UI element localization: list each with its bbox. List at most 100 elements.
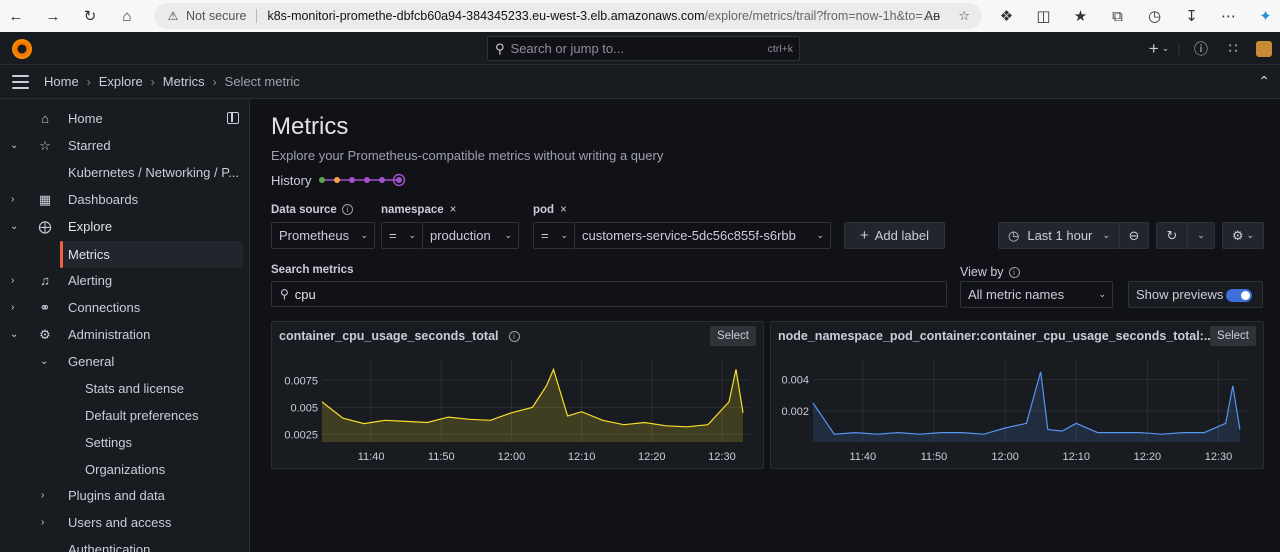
y-tick-label: 0.0075 — [284, 375, 318, 387]
sidebar-item-explore[interactable]: ⌄ ⨁ Explore — [0, 213, 249, 240]
add-label-button[interactable]: + Add label — [844, 222, 945, 249]
sidebar-item-label: Users and access — [68, 515, 172, 530]
namespace-value-select[interactable]: production ⌄ — [422, 222, 519, 249]
sidebar-item-label: Administration — [68, 327, 151, 342]
sidebar-item-starred[interactable]: ⌄ ☆ Starred — [0, 132, 249, 159]
search-icon: ⚲ — [280, 287, 289, 301]
search-metrics-input[interactable]: ⚲ cpu — [271, 281, 947, 307]
metric-panel[interactable]: container_cpu_usage_seconds_total i Selec… — [271, 321, 764, 469]
help-icon[interactable]: ⓘ — [1184, 32, 1218, 65]
show-previews-toggle-field[interactable]: Show previews — [1128, 281, 1263, 308]
home-browser-icon[interactable]: ⌂ — [111, 0, 143, 32]
panel-title: node_namespace_pod_container:container_c… — [778, 329, 1215, 343]
breadcrumb-explore[interactable]: Explore — [99, 74, 143, 89]
back-arrow-icon[interactable]: ← — [0, 0, 32, 32]
sidebar-item-label: Home — [68, 111, 103, 126]
pod-value-select[interactable]: customers-service-5dc56c855f-s6rbb ⌄ — [574, 222, 831, 249]
history-step-dot — [379, 177, 385, 183]
view-by-text: View by — [960, 265, 1004, 279]
user-avatar[interactable] — [1248, 32, 1280, 65]
sidebar-item-general[interactable]: ⌄ General — [0, 348, 249, 375]
page-title: Metrics — [271, 113, 349, 140]
sidebar-item-settings[interactable]: Settings — [0, 429, 249, 456]
show-previews-toggle[interactable] — [1226, 289, 1252, 302]
refresh-interval-dropdown[interactable]: ⌄ — [1187, 222, 1215, 249]
datasource-label-text: Data source — [271, 204, 337, 216]
split-screen-icon[interactable]: ◫ — [1025, 0, 1062, 32]
sidebar-item-stats-and-license[interactable]: Stats and license — [0, 375, 249, 402]
history-step-dot — [334, 177, 340, 183]
sidebar-item-authentication[interactable]: Authentication — [0, 536, 249, 552]
chevron-down-icon[interactable]: ⌄ — [10, 140, 18, 151]
chevron-down-icon[interactable]: ⌄ — [10, 329, 18, 340]
sidebar-item-users-and-access[interactable]: › Users and access — [0, 509, 249, 536]
sidebar-item-plugins-and-data[interactable]: › Plugins and data — [0, 482, 249, 509]
sidebar-item-connections[interactable]: › ⚭ Connections — [0, 294, 249, 321]
info-icon: i — [1008, 267, 1020, 279]
collections-icon[interactable]: ⧉ — [1099, 0, 1136, 32]
copilot-icon[interactable]: ✦ — [1247, 0, 1280, 32]
history-steps[interactable] — [319, 171, 409, 189]
favorites-icon[interactable]: ★ — [1062, 0, 1099, 32]
pod-value: customers-service-5dc56c855f-s6rbb — [582, 228, 796, 243]
remove-pod-icon[interactable]: × — [560, 204, 567, 216]
sidebar-item-alerting[interactable]: › ♫ Alerting — [0, 267, 249, 294]
timeseries-chart: 11:40 11:50 12:00 12:10 12:20 12:30 0.004 0.002 — [781, 359, 1247, 463]
address-bar[interactable]: ⚠ Not secure k8s-monitori-promethe-dbfcb… — [154, 3, 982, 29]
remove-namespace-icon[interactable]: × — [450, 204, 457, 216]
select-metric-button[interactable]: Select — [710, 326, 756, 346]
new-button[interactable]: + ⌄ — [1144, 32, 1174, 65]
reload-icon[interactable]: ↻ — [74, 0, 106, 32]
compass-icon: ⨁ — [38, 218, 52, 234]
chevron-down-icon[interactable]: ⌄ — [40, 356, 48, 367]
history-icon[interactable]: ◷ — [1136, 0, 1173, 32]
sidebar-item-administration[interactable]: ⌄ ⚙ Administration — [0, 321, 249, 348]
datasource-select[interactable]: Prometheus ⌄ — [271, 222, 375, 249]
sidebar-item-label: Dashboards — [68, 192, 139, 207]
zoom-out-button[interactable]: ⊖ — [1119, 222, 1149, 249]
chevron-up-icon[interactable]: ⌃ — [1258, 73, 1270, 90]
menu-icon[interactable] — [12, 75, 29, 89]
favorite-star-icon[interactable]: ☆ — [958, 8, 970, 24]
chevron-right-icon[interactable]: › — [11, 194, 14, 205]
sidebar-item-metrics[interactable]: Metrics — [60, 241, 243, 268]
pod-operator-select[interactable]: = ⌄ — [533, 222, 575, 249]
chevron-down-icon[interactable]: ⌄ — [10, 221, 18, 232]
panel-title: container_cpu_usage_seconds_total i — [279, 329, 520, 343]
sidebar-item-default-preferences[interactable]: Default preferences — [0, 402, 249, 429]
search-input[interactable]: ⚲ Search or jump to... ctrl+k — [487, 36, 800, 61]
warning-icon: ⚠ — [167, 9, 179, 23]
settings-dropdown[interactable]: ⚙ ⌄ — [1222, 222, 1264, 249]
breadcrumb-home[interactable]: Home — [44, 74, 79, 89]
metric-panel[interactable]: node_namespace_pod_container:container_c… — [770, 321, 1264, 469]
grafana-logo-icon[interactable] — [12, 39, 32, 59]
chevron-right-icon[interactable]: › — [11, 302, 14, 313]
download-icon[interactable]: ↧ — [1173, 0, 1210, 32]
read-aloud-icon[interactable]: Aᴃ — [924, 8, 940, 23]
sidebar-item-kubernetes-networking[interactable]: Kubernetes / Networking / P... — [0, 159, 249, 186]
extensions-icon[interactable]: ❖ — [988, 0, 1025, 32]
select-metric-button[interactable]: Select — [1210, 326, 1256, 346]
sidebar-item-label: Alerting — [68, 273, 113, 288]
view-by-select[interactable]: All metric names ⌄ — [960, 281, 1113, 308]
chevron-right-icon[interactable]: › — [11, 275, 14, 286]
chevron-right-icon[interactable]: › — [41, 517, 44, 528]
refresh-button[interactable]: ↻ — [1156, 222, 1188, 249]
plus-icon: + — [860, 227, 869, 244]
more-options-icon[interactable]: ⋯ — [1210, 0, 1247, 32]
y-tick-label: 0.004 — [781, 375, 809, 387]
sidebar-item-dashboards[interactable]: › ▦ Dashboards — [0, 186, 249, 213]
namespace-operator-select[interactable]: = ⌄ — [381, 222, 423, 249]
info-icon: i — [341, 204, 353, 216]
sidebar-item-label: Metrics — [68, 247, 110, 262]
chevron-down-icon: ⌄ — [1098, 289, 1106, 299]
breadcrumb-metrics[interactable]: Metrics — [163, 74, 205, 89]
sidebar-item-home[interactable]: ⌂ Home — [0, 105, 249, 132]
rss-news-icon[interactable]: ∷ — [1218, 32, 1248, 65]
forward-arrow-icon[interactable]: → — [37, 0, 69, 32]
time-range-picker[interactable]: ◷ Last 1 hour ⌄ — [998, 222, 1120, 249]
bell-icon: ♫ — [40, 273, 50, 288]
chevron-right-icon[interactable]: › — [41, 490, 44, 501]
view-by-label: View by i — [960, 265, 1020, 279]
sidebar-item-organizations[interactable]: Organizations — [0, 456, 249, 483]
